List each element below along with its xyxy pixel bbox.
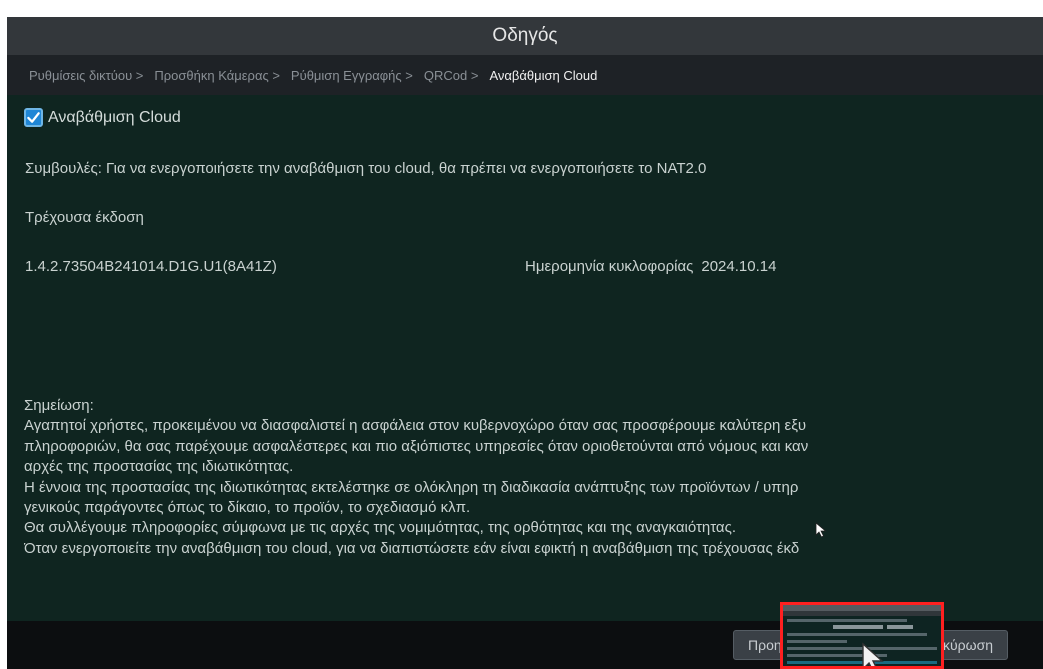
window-title: Οδηγός [7, 17, 1043, 55]
cloud-upgrade-panel: Αναβάθμιση Cloud Συμβουλές: Για να ενεργ… [7, 95, 1043, 621]
note-line: Όταν ενεργοποιείτε την αναβάθμιση του cl… [24, 539, 800, 557]
current-version-value: 1.4.2.73504B241014.D1G.U1(8A41Z) [25, 258, 277, 275]
breadcrumb: Ρυθμίσεις δικτύου > Προσθήκη Κάμερας > Ρ… [7, 55, 1043, 95]
thumbnail-row [787, 640, 847, 643]
note-line: πληροφοριών, θα σας παρέχουμε ασφαλέστερ… [24, 437, 809, 455]
release-date-value: 2024.10.14 [701, 258, 777, 275]
note-line: Θα συλλέγουμε πληροφορίες σύμφωνα με τις… [24, 519, 737, 537]
breadcrumb-record-settings[interactable]: Ρύθμιση Εγγραφής > [291, 68, 413, 83]
wizard-window: Οδηγός Ρυθμίσεις δικτύου > Προσθήκη Κάμε… [7, 17, 1043, 669]
cloud-upgrade-label: Αναβάθμιση Cloud [48, 108, 181, 126]
current-version-label: Τρέχουσα έκδοση [25, 209, 144, 226]
breadcrumb-add-camera[interactable]: Προσθήκη Κάμερας > [154, 68, 280, 83]
thumbnail-field [887, 625, 913, 629]
thumbnail-row [787, 619, 907, 622]
breadcrumb-qrcode[interactable]: QRCod > [424, 68, 479, 83]
thumbnail-field [833, 625, 883, 629]
checkmark-icon [27, 112, 40, 123]
thumbnail-breadcrumb [783, 611, 941, 616]
tips-text: Συμβουλές: Για να ενεργοποιήσετε την ανα… [25, 160, 707, 177]
thumbnail-row [787, 633, 927, 636]
mouse-cursor-icon [862, 642, 884, 666]
note-title: Σημείωση: [24, 397, 94, 414]
note-line: Αγαπητοί χρήστες, προκειμένου να διασφαλ… [24, 417, 807, 435]
breadcrumb-cloud-upgrade[interactable]: Αναβάθμιση Cloud [489, 68, 597, 83]
highlighted-screenshot-thumbnail [780, 602, 944, 669]
mouse-cursor-icon [815, 522, 827, 538]
breadcrumb-network-settings[interactable]: Ρυθμίσεις δικτύου > [29, 68, 143, 83]
cloud-upgrade-checkbox[interactable] [24, 108, 43, 127]
release-date-row: Ημερομηνία κυκλοφορίας 2024.10.14 [525, 258, 776, 275]
cloud-upgrade-checkbox-row[interactable]: Αναβάθμιση Cloud [24, 108, 181, 127]
release-date-label: Ημερομηνία κυκλοφορίας [525, 258, 694, 275]
privacy-note: Σημείωση: Αγαπητοί χρήστες, προκειμένου … [24, 396, 1043, 559]
note-line: αρχές της προστασίας της ιδιωτικότητας. [24, 458, 294, 476]
note-line: γενικούς παράγοντες όπως το δίκαιο, το π… [24, 499, 471, 517]
note-line: Η έννοια της προστασίας της ιδιωτικότητα… [24, 478, 799, 496]
